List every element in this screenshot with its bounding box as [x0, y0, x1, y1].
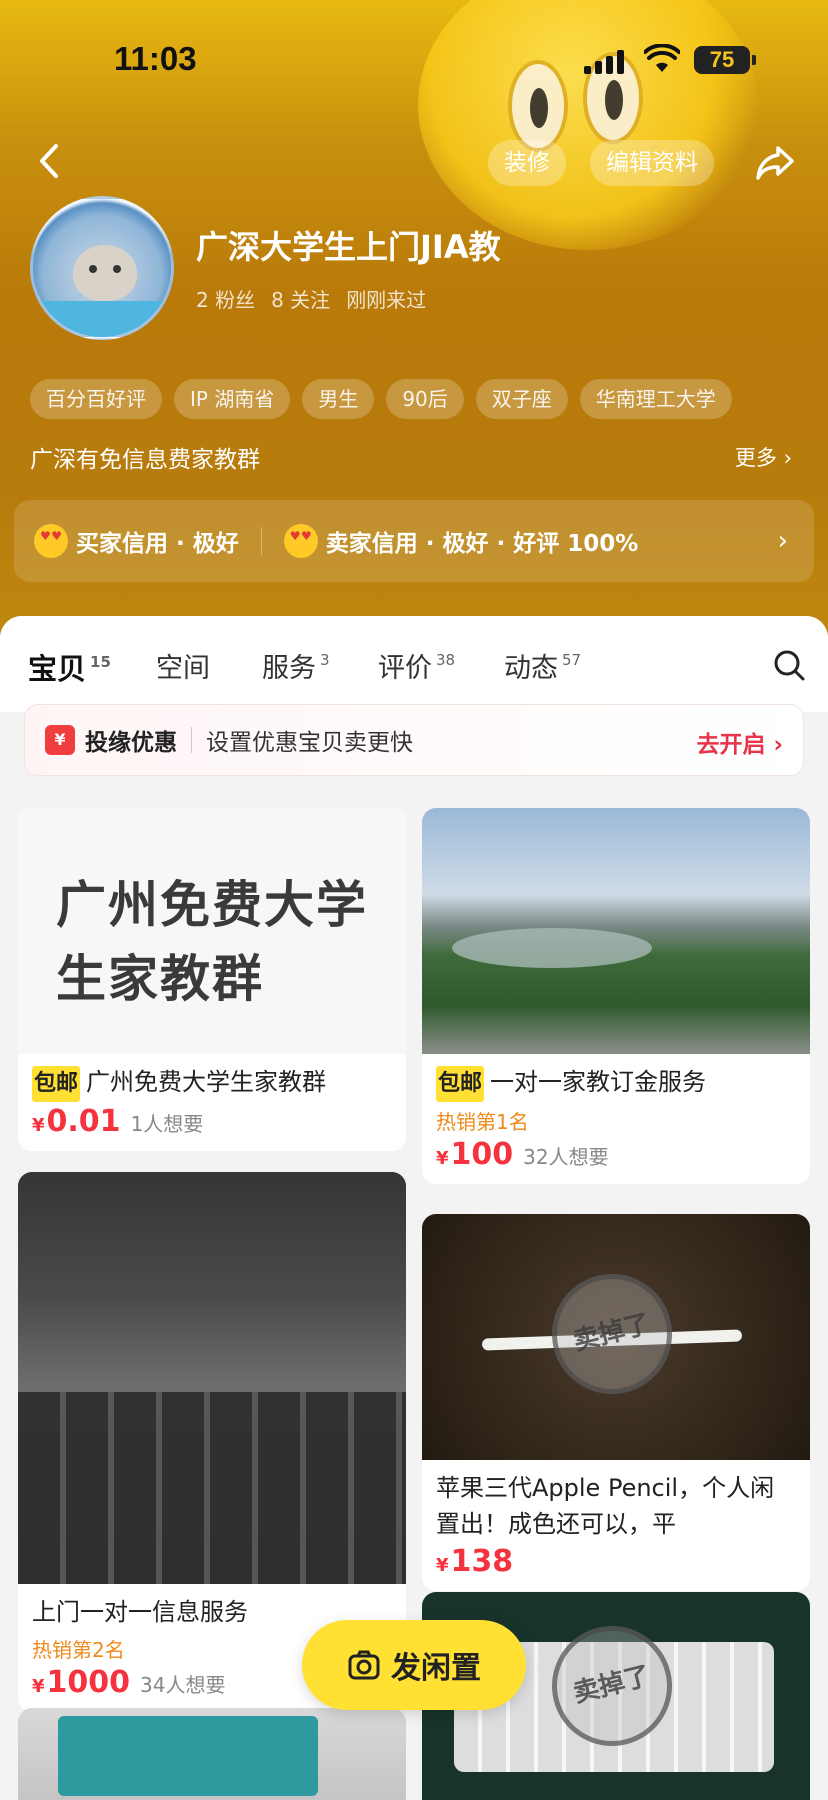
tag-ip-location: IP 湖南省	[174, 379, 291, 419]
red-packet-icon: ¥	[45, 725, 75, 755]
tag-age: 90后	[386, 379, 464, 419]
seller-credit: 卖家信用 · 极好 · 好评 100%	[283, 524, 639, 558]
promo-banner[interactable]: ¥ 投缘优惠 设置优惠宝贝卖更快 去开启 ›	[24, 704, 804, 776]
item-title: 一对一家教订金服务	[490, 1068, 707, 1096]
tag-rating: 百分百好评	[30, 379, 162, 419]
credit-bar[interactable]: 买家信用 · 极好 卖家信用 · 极好 · 好评 100% ›	[14, 500, 814, 582]
tab-bar: 宝贝 15 空间 服务 3 评价 38 动态 57 ¥ 投缘优惠 设置优惠宝贝卖更快 去…	[0, 616, 828, 776]
tag-gender: 男生	[302, 379, 375, 419]
status-bar: 11:03 75	[0, 0, 828, 120]
credit-divider	[260, 527, 262, 555]
following-count[interactable]: 8 关注	[271, 284, 330, 313]
item-price: ¥0.01	[32, 1104, 121, 1139]
battery-icon: 75	[694, 46, 756, 74]
promo-title: 投缘优惠	[85, 730, 177, 756]
profile-tags: 百分百好评 IP 湖南省 男生 90后 双子座 华南理工大学	[30, 379, 732, 419]
free-shipping-badge: 包邮	[436, 1066, 485, 1102]
item-image	[18, 1172, 406, 1584]
item-image: 广州免费大学 生家教群	[18, 808, 406, 1054]
tab-services[interactable]: 服务 3	[262, 646, 330, 685]
seller-credit-label: 卖家信用 · 极好 · 好评 100%	[325, 531, 639, 557]
last-seen: 刚刚来过	[346, 288, 427, 312]
more-link[interactable]: 更多 ›	[735, 442, 792, 472]
followers-count[interactable]: 2 粉丝	[196, 284, 255, 313]
item-card[interactable]: 包邮 一对一家教订金服务 热销第1名 ¥100 32人想要	[422, 808, 810, 1184]
tab-items[interactable]: 宝贝 15	[28, 646, 111, 691]
post-idle-item-label: 发闲置	[391, 1651, 481, 1686]
item-card[interactable]: 卖掉了 苹果三代Apple Pencil，个人闲置出！成色还可以，平 ¥138	[422, 1214, 810, 1591]
tab-feed[interactable]: 动态 57	[504, 646, 581, 685]
promo-desc: 设置优惠宝贝卖更快	[206, 730, 413, 756]
camera-icon	[348, 1650, 380, 1680]
want-count: 32人想要	[523, 1145, 609, 1169]
item-price: ¥100	[436, 1137, 514, 1172]
post-idle-item-button[interactable]: 发闲置	[302, 1620, 526, 1710]
search-icon[interactable]	[772, 648, 806, 682]
item-price: ¥138	[436, 1544, 514, 1579]
item-card[interactable]	[18, 1708, 406, 1800]
avatar[interactable]	[30, 196, 174, 340]
nickname: 广深大学生上门JIA教	[196, 228, 501, 266]
item-image	[18, 1708, 406, 1800]
profile-stats: 2 粉丝 8 关注 刚刚来过	[196, 284, 426, 313]
tag-zodiac: 双子座	[475, 379, 568, 419]
decorate-button[interactable]: 装修	[488, 140, 566, 186]
buyer-credit: 买家信用 · 极好	[34, 524, 239, 558]
profile-header: 11:03 75 装修 编辑资料 广深大学生上门JIA教 2 粉丝 8 关注 刚…	[0, 0, 828, 660]
status-time: 11:03	[114, 40, 197, 77]
heart-eyes-emoji-icon	[283, 524, 318, 558]
buyer-credit-label: 买家信用 · 极好	[76, 531, 239, 557]
item-title: 广州免费大学生家教群	[86, 1068, 327, 1096]
tag-school: 华南理工大学	[579, 379, 732, 419]
item-price: ¥1000	[32, 1665, 131, 1700]
item-card[interactable]: 广州免费大学 生家教群 包邮 广州免费大学生家教群 ¥0.01 1人想要	[18, 808, 406, 1151]
cellular-signal-icon	[584, 50, 624, 74]
free-shipping-badge: 包邮	[32, 1066, 81, 1102]
back-button[interactable]	[30, 136, 70, 186]
sold-stamp: 卖掉了	[539, 1261, 685, 1407]
want-count: 1人想要	[130, 1112, 204, 1136]
item-title: 苹果三代Apple Pencil，个人闲置出！成色还可以，平	[436, 1474, 775, 1538]
promo-enable-link[interactable]: 去开启 ›	[697, 725, 784, 759]
item-image-text: 广州免费大学 生家教群	[56, 876, 368, 1008]
heart-eyes-emoji-icon	[34, 524, 68, 558]
edit-profile-button[interactable]: 编辑资料	[590, 140, 714, 186]
item-image	[422, 808, 810, 1054]
hot-sales-badge: 热销第1名	[436, 1110, 529, 1134]
tab-space[interactable]: 空间	[156, 646, 214, 685]
chevron-right-icon: ›	[777, 526, 788, 556]
item-image: 卖掉了	[422, 1214, 810, 1460]
wifi-icon	[644, 44, 680, 72]
want-count: 34人想要	[140, 1673, 226, 1697]
tab-reviews[interactable]: 评价 38	[378, 646, 455, 685]
share-button[interactable]	[752, 138, 800, 186]
profile-bio: 广深有免信息费家教群	[30, 447, 260, 473]
